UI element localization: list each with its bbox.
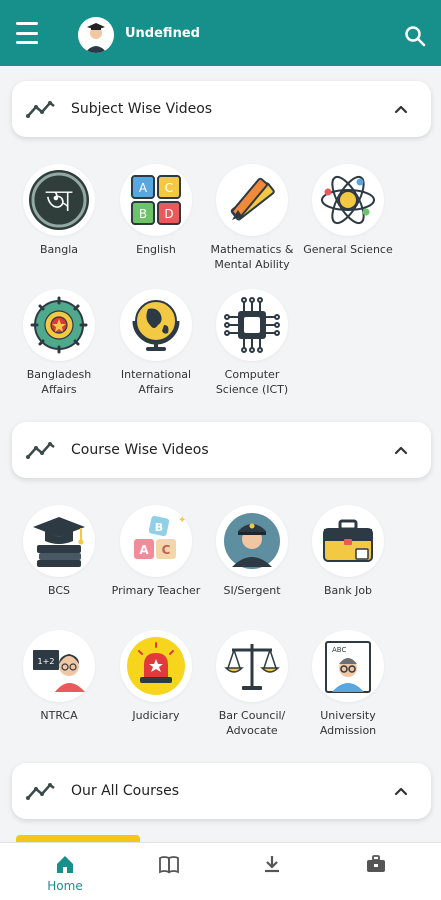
section-title: Course Wise Videos — [71, 442, 209, 458]
svg-text:C: C — [165, 181, 173, 195]
student-glasses-icon: ABC — [312, 630, 384, 702]
chevron-up-icon[interactable] — [393, 101, 409, 117]
globe-icon — [120, 289, 192, 361]
bottom-navigation: Home — [0, 842, 441, 900]
section-header-all-courses[interactable]: Our All Courses — [12, 763, 431, 819]
svg-text:B: B — [155, 521, 163, 534]
svg-text:A: A — [139, 181, 148, 195]
app-bar: Undefined — [0, 0, 441, 66]
course-label: NTRCA — [40, 709, 78, 722]
subject-item-mathematics[interactable]: Mathematics & Mental Ability — [204, 164, 300, 272]
atom-icon — [312, 164, 384, 236]
course-label: Primary Teacher — [111, 584, 201, 597]
trend-icon — [26, 101, 55, 118]
home-icon — [57, 856, 73, 873]
nav-downloads[interactable] — [217, 843, 327, 900]
siren-icon — [120, 630, 192, 702]
course-item-university-admission[interactable]: ABC University Admission — [300, 630, 396, 738]
subject-item-bangladesh-affairs[interactable]: Bangladesh Affairs — [11, 289, 107, 397]
subject-label: Bangladesh Affairs — [26, 368, 92, 396]
subject-item-computer-science[interactable]: Computer Science (ICT) — [204, 289, 300, 397]
trend-icon — [26, 442, 55, 459]
nav-library[interactable] — [114, 843, 224, 900]
course-item-bar-council[interactable]: Bar Council/ Advocate — [204, 630, 300, 738]
section-header-course[interactable]: Course Wise Videos — [12, 422, 431, 478]
svg-text:1+2: 1+2 — [38, 657, 55, 666]
nav-home[interactable]: Home — [10, 843, 120, 900]
subject-label: International Affairs — [120, 368, 192, 396]
download-icon — [265, 856, 279, 873]
graduate-avatar-icon — [78, 17, 114, 53]
bangla-letter-icon: অ — [23, 164, 95, 236]
subject-label: Computer Science (ICT) — [215, 368, 289, 396]
course-item-bcs[interactable]: BCS — [11, 505, 107, 598]
briefcase-icon — [367, 855, 385, 872]
section-title: Our All Courses — [71, 783, 180, 799]
course-label: University Admission — [319, 709, 377, 737]
subject-item-english[interactable]: A C B D English — [108, 164, 204, 257]
pencil-ruler-icon — [216, 164, 288, 236]
svg-text:A: A — [139, 543, 149, 557]
course-label: Judiciary — [132, 709, 180, 722]
course-item-primary-teacher[interactable]: A C B ✦ Primary Teacher — [108, 505, 204, 598]
scales-icon — [216, 630, 288, 702]
svg-text:অ: অ — [45, 184, 73, 219]
subject-item-general-science[interactable]: General Science — [300, 164, 396, 257]
police-officer-icon — [216, 505, 288, 577]
trend-icon — [26, 783, 55, 800]
subject-item-international-affairs[interactable]: International Affairs — [108, 289, 204, 397]
svg-text:✦: ✦ — [178, 515, 186, 526]
course-item-judiciary[interactable]: Judiciary — [108, 630, 204, 723]
app-title: Undefined — [125, 26, 200, 41]
avatar[interactable] — [78, 17, 114, 53]
chip-icon — [216, 289, 288, 361]
hamburger-icon[interactable] — [16, 22, 44, 44]
svg-text:D: D — [164, 207, 173, 221]
svg-text:C: C — [162, 543, 171, 557]
teacher-board-icon: 1+2 — [23, 630, 95, 702]
subject-item-bangla[interactable]: অ Bangla — [11, 164, 107, 257]
book-open-icon — [159, 856, 179, 874]
subject-label: General Science — [303, 243, 393, 256]
section-header-subject[interactable]: Subject Wise Videos — [12, 81, 431, 137]
section-title: Subject Wise Videos — [71, 101, 213, 117]
books-cap-icon — [23, 505, 95, 577]
course-label: BCS — [47, 584, 71, 597]
course-label: Bar Council/ Advocate — [218, 709, 286, 737]
chevron-up-icon[interactable] — [393, 783, 409, 799]
subject-label: Mathematics & Mental Ability — [210, 243, 294, 271]
course-item-si-sergent[interactable]: SI/Sergent — [204, 505, 300, 598]
subject-label: English — [136, 243, 176, 256]
briefcase-icon — [312, 505, 384, 577]
course-item-ntrca[interactable]: 1+2 NTRCA — [11, 630, 107, 723]
nav-courses[interactable] — [321, 843, 431, 900]
abcd-blocks-icon: A C B D — [120, 164, 192, 236]
course-label: Bank Job — [323, 584, 373, 597]
nav-home-label: Home — [47, 879, 83, 893]
course-label: SI/Sergent — [223, 584, 281, 597]
chevron-up-icon[interactable] — [393, 442, 409, 458]
bangladesh-emblem-icon — [23, 289, 95, 361]
subject-label: Bangla — [39, 243, 79, 256]
svg-text:B: B — [139, 207, 147, 221]
toy-blocks-icon: A C B ✦ — [120, 505, 192, 577]
course-item-bank-job[interactable]: Bank Job — [300, 505, 396, 598]
svg-text:ABC: ABC — [332, 646, 346, 654]
search-icon[interactable] — [403, 24, 427, 48]
